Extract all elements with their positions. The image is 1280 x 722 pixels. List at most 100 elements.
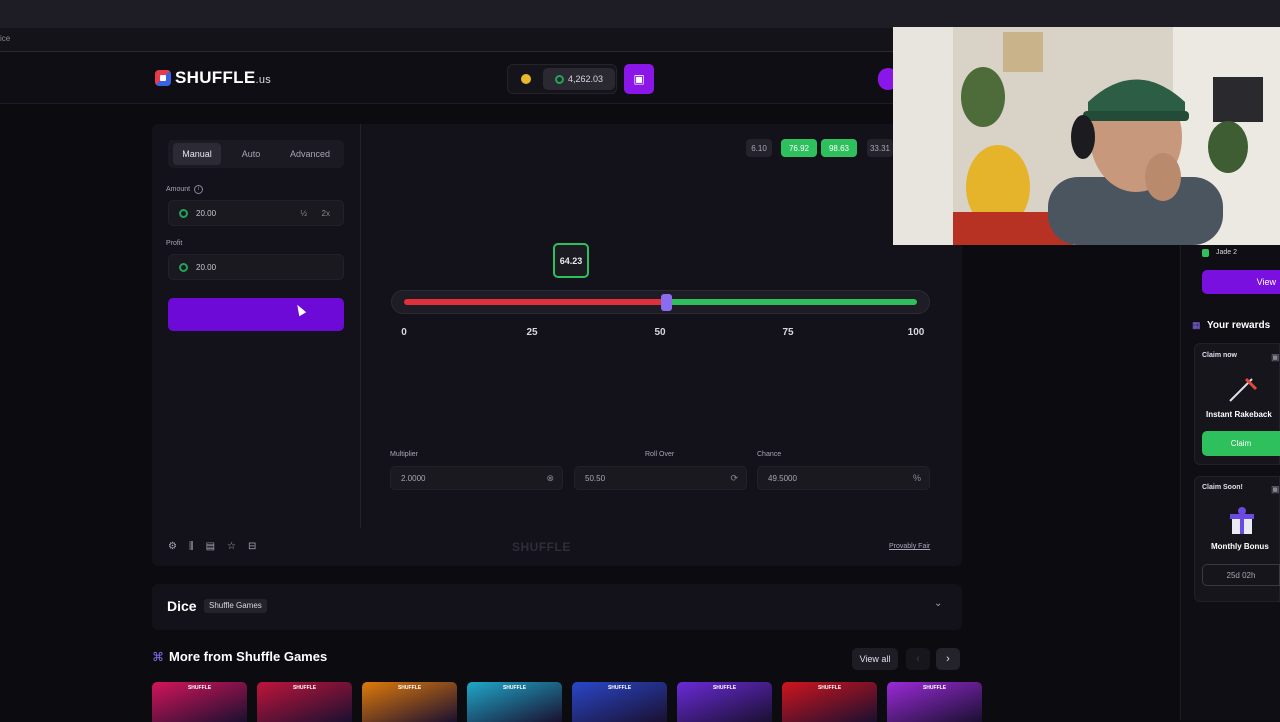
vip-level: Jade 2 — [1216, 249, 1238, 256]
percent-unit: % — [912, 473, 921, 483]
scale-tick: 100 — [907, 327, 925, 338]
browser-top-strip — [0, 0, 1280, 28]
bet-button[interactable] — [168, 298, 344, 331]
green-coin-icon — [554, 74, 564, 84]
star-icon[interactable]: ☆ — [227, 541, 236, 552]
webcam-image — [893, 27, 1280, 245]
site-header — [0, 52, 900, 104]
profit-field: 20.00 — [168, 254, 344, 280]
gift-icon: ▦ — [1192, 320, 1201, 330]
scale-tick: 25 — [526, 327, 538, 338]
vip-level-icon — [1202, 249, 1209, 257]
view-vip-button[interactable]: View — [1202, 270, 1280, 294]
game-thumbnail[interactable]: SHUFFLE — [572, 682, 667, 722]
webcam-overlay — [893, 27, 1280, 245]
scale-tick: 0 — [401, 327, 407, 338]
recent-result[interactable]: 98.63 — [821, 139, 857, 157]
info-icon[interactable]: i — [194, 185, 204, 194]
balance-value: 4,262.03 — [567, 74, 604, 84]
chevron-right-icon[interactable]: › — [936, 648, 960, 670]
view-all-button[interactable]: View all — [852, 648, 898, 670]
chevron-down-icon[interactable]: ⌄ — [934, 598, 942, 609]
multiplier-input[interactable]: 2.0000 ⊗ — [390, 466, 563, 490]
monthly-bonus-title: Monthly Bonus — [1211, 542, 1269, 551]
thumbnail-brand: SHUFFLE — [817, 685, 842, 691]
rewards-title: Your rewards — [1207, 320, 1271, 331]
claim-now-label: Claim now — [1202, 352, 1238, 359]
game-controller-icon: ⌘ — [152, 650, 164, 664]
game-thumbnail[interactable]: SHUFFLE — [677, 682, 772, 722]
wallet-button[interactable]: ▣ — [624, 64, 654, 94]
profit-label: Profit — [166, 240, 183, 247]
amount-value: 20.00 — [196, 208, 217, 218]
claim-soon-label: Claim Soon! — [1202, 484, 1243, 491]
green-coin-icon — [179, 208, 188, 218]
rakeback-title: Instant Rakeback — [1206, 410, 1272, 419]
logo-mark-icon — [155, 70, 171, 86]
recent-result[interactable]: 6.10 — [746, 139, 772, 157]
stats-icon[interactable]: ⫼ — [189, 541, 194, 552]
chevron-left-icon[interactable]: ‹ — [906, 648, 930, 670]
game-thumbnail[interactable]: SHUFFLE — [467, 682, 562, 722]
provably-fair-link[interactable]: Provably Fair — [889, 543, 930, 550]
scale-tick: 50 — [654, 327, 666, 338]
amount-label: Amount i — [166, 185, 204, 194]
thumbnail-brand: SHUFFLE — [607, 685, 632, 691]
thumbnail-brand: SHUFFLE — [187, 685, 212, 691]
recent-result[interactable]: 33.31 — [867, 139, 893, 157]
win-range-bar — [666, 299, 917, 305]
bonus-timer: 25d 02h — [1202, 564, 1280, 586]
rollover-input[interactable]: 50.50 ⟳ — [574, 466, 747, 490]
site-logo[interactable]: SHUFFLE.us — [155, 68, 271, 88]
browser-url-bar[interactable]: ice — [0, 28, 900, 52]
chance-input[interactable]: 49.5000% — [757, 466, 930, 490]
scale-tick: 75 — [782, 327, 794, 338]
chart-icon[interactable]: ▤ — [206, 541, 215, 552]
tab-advanced[interactable]: Advanced — [283, 143, 337, 165]
logo-text: SHUFFLE — [175, 68, 256, 87]
amount-input[interactable]: 20.00 ½ 2x — [168, 200, 344, 226]
multiplier-label: Multiplier — [390, 451, 419, 458]
provider-badge[interactable]: Shuffle Games — [204, 599, 267, 613]
thumbnail-brand: SHUFFLE — [292, 685, 317, 691]
game-thumbnail[interactable]: SHUFFLE — [257, 682, 352, 722]
rakeback-icon — [1229, 377, 1258, 402]
thumbnail-brand: SHUFFLE — [397, 685, 422, 691]
thumbnail-brand: SHUFFLE — [502, 685, 527, 691]
currency-coin-icon[interactable] — [521, 74, 531, 84]
multiply-icon: ⊗ — [546, 473, 554, 483]
green-coin-icon — [179, 262, 188, 272]
half-button[interactable]: ½ — [300, 209, 307, 218]
game-thumbnail[interactable]: SHUFFLE — [887, 682, 982, 722]
gift-icon: ▣ — [1271, 484, 1280, 494]
tab-manual[interactable]: Manual — [173, 143, 221, 165]
wallet-icon: ▣ — [633, 72, 645, 86]
url-text: ice — [0, 34, 11, 43]
more-games-title: More from Shuffle Games — [169, 649, 328, 664]
game-thumbnail[interactable]: SHUFFLE — [152, 682, 247, 722]
thumbnail-brand: SHUFFLE — [922, 685, 947, 691]
monthly-gift-icon — [1230, 507, 1254, 534]
lock-icon[interactable]: ⊟ — [248, 541, 256, 552]
recent-result[interactable]: 76.92 — [781, 139, 817, 157]
rollover-label: Roll Over — [645, 451, 675, 458]
tab-auto[interactable]: Auto — [229, 143, 273, 165]
logo-suffix: .us — [255, 74, 272, 86]
balance-display[interactable]: 4,262.03 — [543, 68, 615, 90]
game-footer-icons: ⚙ ⫼ ▤ ☆ ⊟ — [168, 541, 256, 552]
shuffle-watermark: SHUFFLE — [512, 540, 571, 554]
double-button[interactable]: 2x — [322, 209, 330, 218]
swap-icon[interactable]: ⟳ — [730, 473, 738, 484]
settings-icon[interactable]: ⚙ — [168, 541, 177, 552]
game-thumbnail[interactable]: SHUFFLE — [782, 682, 877, 722]
game-description-bar[interactable] — [152, 584, 962, 630]
game-title: Dice — [167, 598, 197, 614]
chance-label: Chance — [757, 451, 782, 458]
thumbnail-brand: SHUFFLE — [712, 685, 737, 691]
game-thumbnail[interactable]: SHUFFLE — [362, 682, 457, 722]
claim-button[interactable]: Claim — [1202, 431, 1280, 456]
roll-result-marker: 64.23 — [553, 243, 589, 278]
roll-slider-handle[interactable] — [661, 294, 672, 311]
lose-range-bar — [404, 299, 666, 305]
gift-icon: ▣ — [1271, 352, 1280, 362]
